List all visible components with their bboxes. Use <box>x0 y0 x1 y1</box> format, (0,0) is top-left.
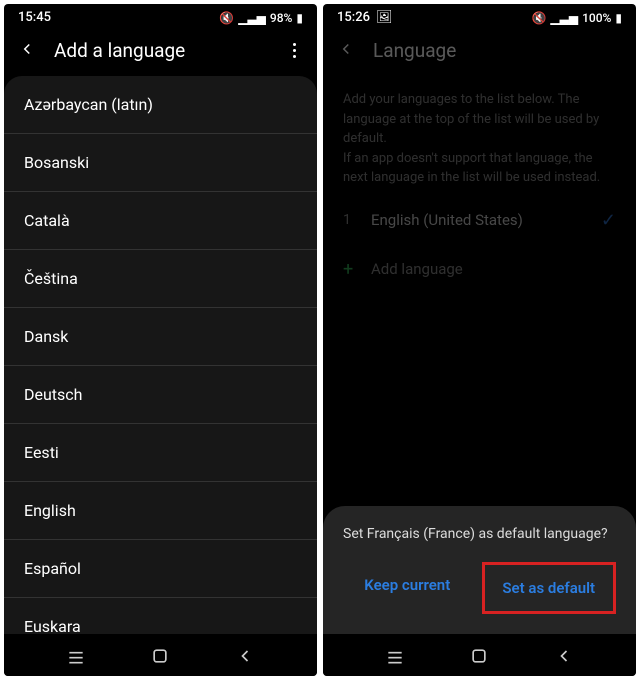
language-item[interactable]: Català <box>4 192 317 250</box>
mute-icon: 🔇 <box>219 11 234 25</box>
default-language-dialog: Set Français (France) as default languag… <box>323 506 636 634</box>
more-icon[interactable] <box>285 42 303 60</box>
battery-icon: ▮ <box>615 11 622 25</box>
language-list[interactable]: Azərbaycan (latın)BosanskiCatalàČeštinaD… <box>4 76 317 634</box>
back-icon <box>337 40 355 62</box>
signal-icon: ▁▃▅ <box>238 11 266 25</box>
dimmed-background: Language Add your languages to the list … <box>323 29 636 294</box>
status-time: 15:45 <box>18 10 51 25</box>
status-bar: 15:26 🖼 🔇 ▁▃▅ 100% ▮ <box>323 4 636 29</box>
page-title: Add a language <box>54 39 267 62</box>
keep-current-button[interactable]: Keep current <box>343 562 472 614</box>
language-item[interactable]: Dansk <box>4 308 317 366</box>
mute-icon: 🔇 <box>531 11 546 25</box>
nav-bar <box>4 634 317 676</box>
set-as-default-button[interactable]: Set as default <box>482 562 617 614</box>
home-button[interactable] <box>150 646 170 666</box>
language-item[interactable]: Euskara <box>4 598 317 634</box>
status-time: 15:26 <box>337 10 370 25</box>
language-item[interactable]: Eesti <box>4 424 317 482</box>
recent-apps-button[interactable] <box>385 646 405 666</box>
header: Language <box>323 29 636 76</box>
plus-icon: + <box>343 259 353 280</box>
nav-bar <box>323 634 636 676</box>
back-icon[interactable] <box>18 40 36 62</box>
home-button[interactable] <box>469 646 489 666</box>
lang-name: English (United States) <box>371 211 523 229</box>
checkmark-icon: ✓ <box>601 210 616 231</box>
language-item[interactable]: English <box>4 482 317 540</box>
screenshot-icon: 🖼 <box>376 10 393 25</box>
dialog-prompt: Set Français (France) as default languag… <box>343 526 616 542</box>
selected-language-row: 1 English (United States) ✓ <box>323 196 636 245</box>
help-line-2: If an app doesn't support that language,… <box>343 149 616 188</box>
language-item[interactable]: Deutsch <box>4 366 317 424</box>
back-button[interactable] <box>235 646 255 666</box>
help-text: Add your languages to the list below. Th… <box>323 76 636 196</box>
status-bar: 15:45 🔇 ▁▃▅ 98% ▮ <box>4 4 317 29</box>
language-item[interactable]: Español <box>4 540 317 598</box>
page-title: Language <box>373 39 622 62</box>
battery-pct: 100% <box>582 11 611 25</box>
language-item[interactable]: Bosanski <box>4 134 317 192</box>
battery-icon: ▮ <box>296 11 303 25</box>
header: Add a language <box>4 29 317 76</box>
recent-apps-button[interactable] <box>66 646 86 666</box>
battery-pct: 98% <box>270 11 292 25</box>
help-line-1: Add your languages to the list below. Th… <box>343 90 616 149</box>
lang-index: 1 <box>343 212 353 228</box>
language-item[interactable]: Azərbaycan (latın) <box>4 76 317 134</box>
language-item[interactable]: Čeština <box>4 250 317 308</box>
phone-right: 15:26 🖼 🔇 ▁▃▅ 100% ▮ Language Add your l… <box>323 4 636 676</box>
add-language-row: + Add language <box>323 245 636 294</box>
signal-icon: ▁▃▅ <box>550 11 578 25</box>
add-language-label: Add language <box>371 260 463 278</box>
back-button[interactable] <box>554 646 574 666</box>
phone-left: 15:45 🔇 ▁▃▅ 98% ▮ Add a language Azərbay… <box>4 4 317 676</box>
